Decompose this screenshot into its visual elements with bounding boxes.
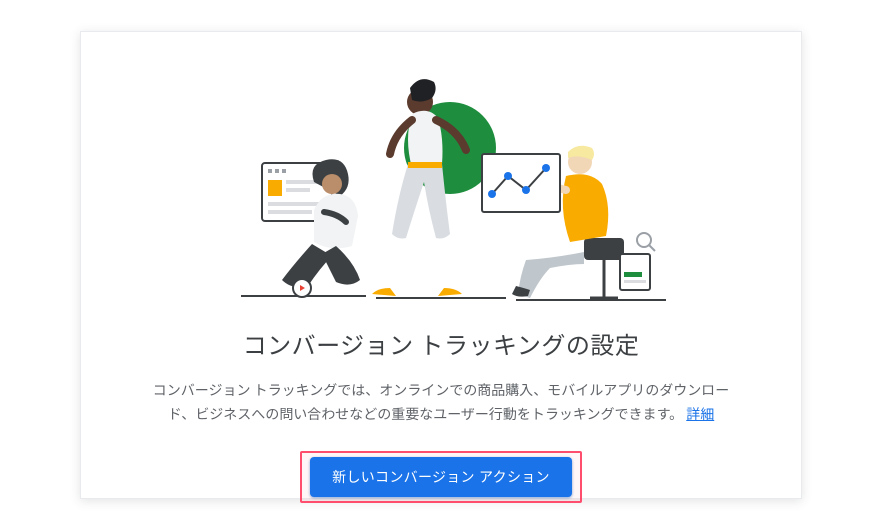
conversion-setup-card: コンバージョン トラッキングの設定 コンバージョン トラッキングでは、オンライン… xyxy=(80,31,802,499)
page-description: コンバージョン トラッキングでは、オンラインでの商品購入、モバイルアプリのダウン… xyxy=(151,379,731,427)
highlight-frame: 新しいコンバージョン アクション xyxy=(300,451,582,503)
hero-illustration xyxy=(81,32,801,292)
description-text: コンバージョン トラッキングでは、オンラインでの商品購入、モバイルアプリのダウン… xyxy=(153,380,729,424)
new-conversion-action-button[interactable]: 新しいコンバージョン アクション xyxy=(310,457,572,497)
learn-more-link[interactable]: 詳細 xyxy=(686,404,714,424)
page-title: コンバージョン トラッキングの設定 xyxy=(81,326,801,361)
